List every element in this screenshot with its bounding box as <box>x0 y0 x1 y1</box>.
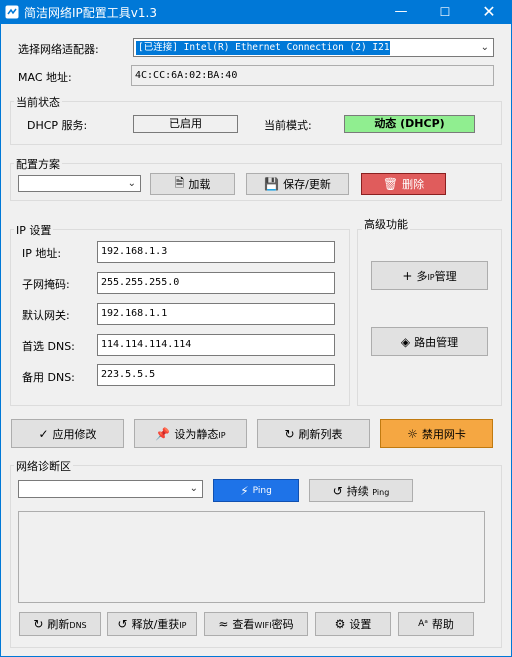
delete-profile-label: 删除 <box>402 178 425 191</box>
dhcp-label: DHCP 服务: <box>27 119 88 132</box>
multi-ip-label: 多 <box>416 269 428 283</box>
view-wifi-label: 查看 <box>232 618 255 631</box>
help-button[interactable]: Aᵃ 帮助 <box>398 612 474 636</box>
app-icon <box>5 5 19 19</box>
repeat-icon: ↺ <box>332 483 343 498</box>
mac-label: MAC 地址: <box>18 71 72 84</box>
advanced-group <box>357 229 502 406</box>
view-wifi-label-tail: 密码 <box>271 618 294 631</box>
continuous-ping-label-small: Ping <box>372 487 390 497</box>
font-icon: Aᵃ <box>418 619 428 629</box>
save-profile-label: 保存/更新 <box>283 178 331 191</box>
profile-group-title: 配置方案 <box>14 156 62 172</box>
refresh-list-button[interactable]: ↻ 刷新列表 <box>257 419 370 448</box>
dhcp-status-badge: 已启用 <box>133 115 238 133</box>
chevron-down-icon: ⌄ <box>189 483 198 494</box>
set-static-label: 设为静态 <box>174 427 219 441</box>
secondary-dns-input[interactable]: 223.5.5.5 <box>97 364 335 386</box>
maximize-button[interactable]: ☐ <box>422 0 468 24</box>
secondary-dns-label: 备用 DNS: <box>22 371 75 384</box>
profile-select[interactable]: ⌄ <box>18 175 141 192</box>
subnet-mask-label: 子网掩码: <box>22 278 70 291</box>
close-button[interactable]: ✕ <box>466 0 512 24</box>
window-title: 简洁网络IP配置工具v1.3 <box>24 6 157 20</box>
help-label: 帮助 <box>431 618 454 631</box>
gateway-label: 默认网关: <box>22 309 70 322</box>
disable-nic-button[interactable]: ☼ 禁用网卡 <box>380 419 493 448</box>
plus-icon: + <box>402 268 413 283</box>
refresh-icon: ↻ <box>284 426 295 441</box>
apply-changes-button[interactable]: ✓ 应用修改 <box>11 419 124 448</box>
delete-profile-button[interactable]: 🗑 删除 <box>361 173 446 195</box>
gear-icon: ⚙ <box>334 617 346 631</box>
mode-label: 当前模式: <box>264 119 312 132</box>
check-icon: ✓ <box>38 426 49 441</box>
refresh-icon: ↻ <box>33 617 44 631</box>
load-profile-button[interactable]: 🗎 加载 <box>150 173 235 195</box>
view-wifi-label-small: WIFI <box>254 621 272 630</box>
primary-dns-input[interactable]: 114.114.114.114 <box>97 334 335 356</box>
multi-ip-label-small: IP <box>427 272 435 282</box>
release-renew-label-small: IP <box>179 621 187 630</box>
view-wifi-password-button[interactable]: ≈ 查看WIFI密码 <box>204 612 308 636</box>
save-icon: 💾 <box>264 177 280 191</box>
multi-ip-label-tail: 管理 <box>434 269 457 283</box>
refresh-dns-button[interactable]: ↻ 刷新DNS <box>19 612 101 636</box>
advanced-group-title: 高级功能 <box>362 216 410 232</box>
subnet-mask-input[interactable]: 255.255.255.0 <box>97 272 335 294</box>
trash-icon: 🗑 <box>382 177 399 191</box>
load-profile-label: 加载 <box>188 178 211 191</box>
refresh-dns-label-small: DNS <box>69 621 87 630</box>
set-static-button[interactable]: 📌 设为静态IP <box>134 419 247 448</box>
apply-changes-label: 应用修改 <box>52 427 97 441</box>
adapter-label: 选择网络适配器: <box>18 43 99 56</box>
cycle-icon: ↺ <box>117 617 128 631</box>
save-profile-button[interactable]: 💾 保存/更新 <box>246 173 349 195</box>
diagnostics-group-title: 网络诊断区 <box>14 458 73 474</box>
route-manage-button[interactable]: ◈ 路由管理 <box>371 327 488 356</box>
ping-target-select[interactable]: ⌄ <box>18 480 203 498</box>
bulb-icon: ☼ <box>407 426 418 441</box>
chevron-down-icon: ⌄ <box>480 42 489 53</box>
diagnostics-output[interactable] <box>18 511 485 603</box>
ping-button[interactable]: ⚡ Ping <box>213 479 299 502</box>
ip-address-label: IP 地址: <box>22 247 62 260</box>
minimize-button[interactable]: — <box>378 0 424 24</box>
release-renew-button[interactable]: ↺ 释放/重获IP <box>107 612 197 636</box>
adapter-select-value: [已连接] Intel(R) Ethernet Connection (2) I… <box>138 42 407 53</box>
router-icon: ◈ <box>400 334 411 349</box>
mode-status-badge: 动态 (DHCP) <box>344 115 475 133</box>
route-manage-label: 路由管理 <box>414 335 459 349</box>
primary-dns-label: 首选 DNS: <box>22 340 75 353</box>
continuous-ping-label: 持续 <box>346 484 369 498</box>
ping-label: Ping <box>252 485 272 496</box>
refresh-list-label: 刷新列表 <box>298 427 343 441</box>
continuous-ping-button[interactable]: ↺ 持续 Ping <box>309 479 413 502</box>
release-renew-label: 释放/重获 <box>131 618 180 631</box>
set-static-label-small: IP <box>218 430 226 440</box>
pin-icon: 📌 <box>155 426 171 441</box>
disable-nic-label: 禁用网卡 <box>421 427 466 441</box>
file-icon: 🗎 <box>174 175 185 190</box>
lightning-icon: ⚡ <box>240 483 249 498</box>
mac-field: 4C:CC:6A:02:BA:40 <box>131 65 494 86</box>
multi-ip-button[interactable]: + 多IP管理 <box>371 261 488 290</box>
refresh-dns-label: 刷新 <box>47 618 70 631</box>
adapter-select[interactable]: [已连接] Intel(R) Ethernet Connection (2) I… <box>133 38 494 57</box>
gateway-input[interactable]: 192.168.1.1 <box>97 303 335 325</box>
chevron-down-icon: ⌄ <box>127 178 136 189</box>
ip-settings-group-title: IP 设置 <box>14 222 54 238</box>
status-group-title: 当前状态 <box>14 94 62 110</box>
wifi-icon: ≈ <box>218 617 229 631</box>
settings-label: 设置 <box>349 618 372 631</box>
ip-address-input[interactable]: 192.168.1.3 <box>97 241 335 263</box>
settings-button[interactable]: ⚙ 设置 <box>315 612 391 636</box>
